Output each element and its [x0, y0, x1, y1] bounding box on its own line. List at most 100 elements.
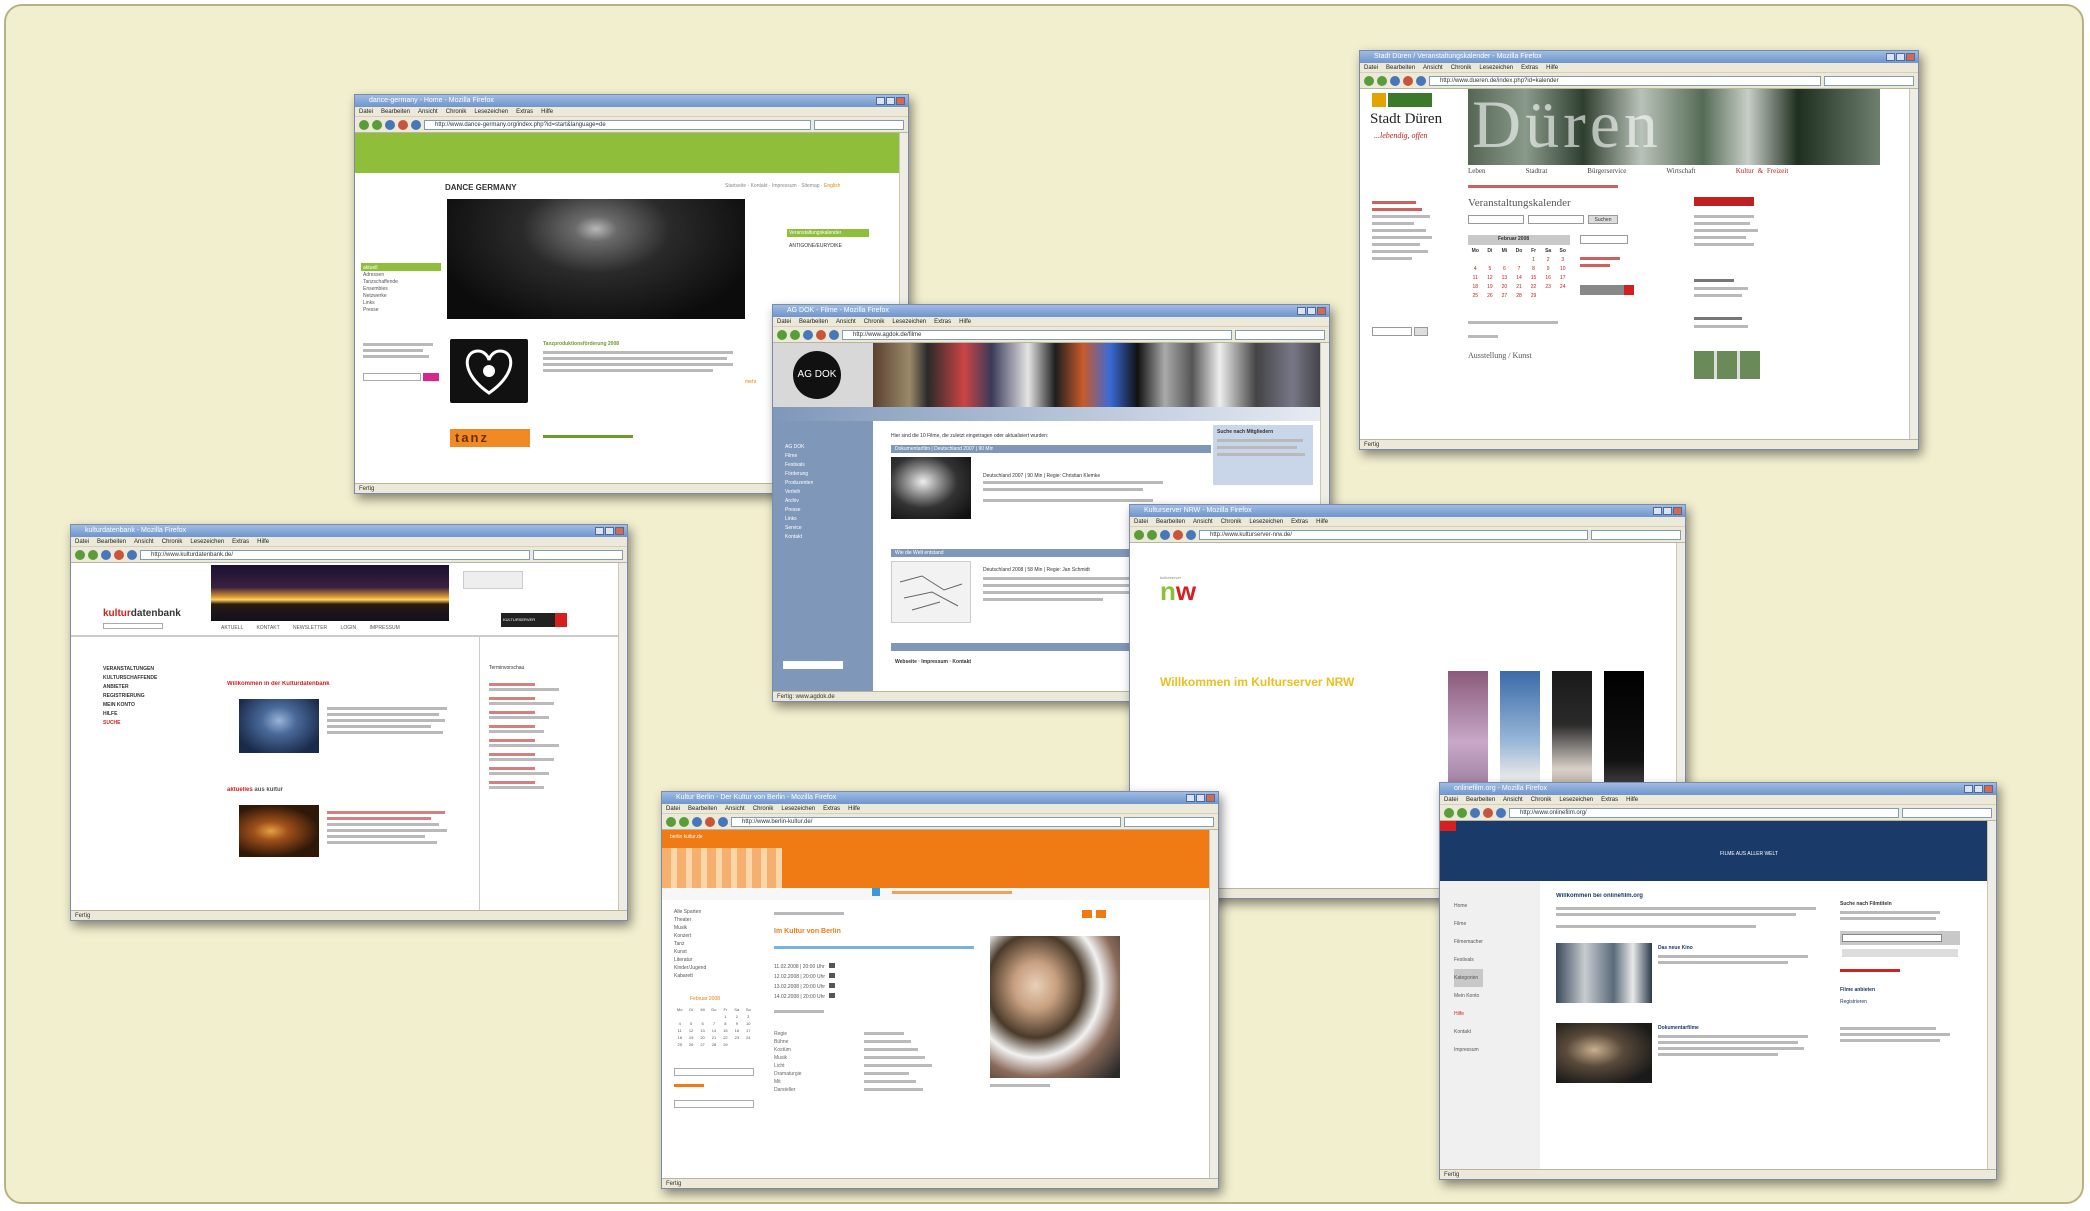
- ticket-icon[interactable]: [829, 973, 836, 978]
- forward-icon[interactable]: [790, 329, 800, 340]
- top-nav-item[interactable]: Startseite: [725, 183, 746, 189]
- calendar-day[interactable]: 1: [1526, 256, 1541, 265]
- menu-datei[interactable]: Datei: [666, 806, 680, 812]
- menu-bearbeiten[interactable]: Bearbeiten: [688, 806, 717, 812]
- home-icon[interactable]: [1186, 529, 1196, 540]
- event-title-line[interactable]: [489, 772, 549, 775]
- event-title-line[interactable]: [489, 702, 554, 705]
- calendar-day[interactable]: 3: [1555, 256, 1570, 265]
- search-box[interactable]: [1902, 807, 1992, 818]
- close-icon[interactable]: [1317, 307, 1326, 315]
- title-bar[interactable]: onlinefilm.org - Mozilla Firefox: [1440, 783, 1996, 795]
- menu-datei[interactable]: Datei: [75, 539, 89, 545]
- forward-icon[interactable]: [1377, 75, 1387, 86]
- tab-marker-icon[interactable]: [872, 888, 880, 896]
- title-bar[interactable]: dance-germany - Home - Mozilla Firefox: [355, 95, 908, 107]
- calendar-day[interactable]: 13: [1497, 274, 1512, 283]
- left-nav-item[interactable]: Kabarett: [674, 972, 706, 980]
- footer-links[interactable]: Webseite · Impressum · Kontakt: [895, 659, 971, 665]
- calendar-day[interactable]: 26: [685, 1041, 696, 1048]
- sidebar-item[interactable]: Förderung: [785, 470, 813, 479]
- close-icon[interactable]: [1984, 785, 1993, 793]
- left-nav-item[interactable]: [1372, 229, 1426, 232]
- orange-box-icon[interactable]: [1096, 910, 1106, 918]
- sidebar-item[interactable]: aktuell: [363, 265, 398, 272]
- calendar-day[interactable]: 3: [743, 1013, 754, 1020]
- menu-lesezeichen[interactable]: Lesezeichen: [1479, 65, 1513, 71]
- sidebar-item[interactable]: Archiv: [785, 497, 813, 506]
- left-nav-item[interactable]: Kontakt: [1454, 1023, 1483, 1041]
- sidebar-item[interactable]: Filme: [785, 452, 813, 461]
- sidebar-item[interactable]: Tanzschaffende: [363, 279, 398, 286]
- close-icon[interactable]: [896, 97, 905, 105]
- left-nav-item[interactable]: SUCHE: [103, 719, 157, 728]
- address-bar[interactable]: http://www.agdok.de/filme: [842, 329, 1232, 340]
- left-nav-item[interactable]: HILFE: [103, 710, 157, 719]
- event-date-row[interactable]: 14.02.2008 | 20:00 Uhr: [774, 992, 924, 1002]
- calendar-day[interactable]: 7: [1512, 265, 1527, 274]
- title-bar[interactable]: AG DOK - Filme - Mozilla Firefox: [773, 305, 1329, 317]
- reload-icon[interactable]: [803, 329, 813, 340]
- menu-extras[interactable]: Extras: [1601, 797, 1618, 803]
- sidebar-item[interactable]: Festivals: [785, 461, 813, 470]
- right-box-link[interactable]: Registrieren: [1840, 999, 1867, 1005]
- right-box-link[interactable]: Filme anbieten: [1840, 987, 1875, 993]
- menu-extras[interactable]: Extras: [1291, 519, 1308, 525]
- left-nav-item[interactable]: Kategorien: [1454, 969, 1483, 987]
- left-nav-item[interactable]: [1372, 243, 1420, 246]
- category-select[interactable]: [1468, 215, 1524, 224]
- reload-icon[interactable]: [385, 119, 395, 130]
- calendar-day[interactable]: 4: [1468, 265, 1483, 274]
- menu-chronik[interactable]: Chronik: [1221, 519, 1242, 525]
- back-icon[interactable]: [1364, 75, 1374, 86]
- nav-item[interactable]: Wirtschaft: [1666, 167, 1695, 175]
- menu-extras[interactable]: Extras: [1521, 65, 1538, 71]
- close-icon[interactable]: [1206, 794, 1215, 802]
- calendar-day[interactable]: 17: [743, 1027, 754, 1034]
- menu-ansicht[interactable]: Ansicht: [1503, 797, 1523, 803]
- back-icon[interactable]: [666, 816, 676, 827]
- ticket-icon[interactable]: [829, 983, 836, 988]
- nav-item[interactable]: LOGIN: [341, 625, 357, 631]
- search-box[interactable]: [1235, 329, 1325, 340]
- calendar-day[interactable]: 5: [685, 1020, 696, 1027]
- calendar-day[interactable]: 28: [1512, 292, 1527, 301]
- box-text[interactable]: ANTIGONE/EURYDIKE: [789, 243, 842, 249]
- calendar-day[interactable]: 24: [1555, 283, 1570, 292]
- address-bar[interactable]: http://www.onlinefilm.org/: [1509, 807, 1899, 818]
- calendar-day[interactable]: 6: [697, 1020, 708, 1027]
- calendar-day[interactable]: 8: [720, 1020, 731, 1027]
- menu-chronik[interactable]: Chronik: [864, 319, 885, 325]
- sidebar-item[interactable]: Netzwerke: [363, 293, 398, 300]
- left-nav-item[interactable]: Theater: [674, 916, 706, 924]
- menu-hilfe[interactable]: Hilfe: [1316, 519, 1328, 525]
- menu-extras[interactable]: Extras: [934, 319, 951, 325]
- search-box[interactable]: [1824, 75, 1914, 86]
- top-nav-item[interactable]: Sitemap: [801, 183, 819, 189]
- home-icon[interactable]: [718, 816, 728, 827]
- film-title[interactable]: Das neue Kino: [1658, 945, 1693, 951]
- search-button[interactable]: Suchen: [1588, 215, 1618, 224]
- minimize-icon[interactable]: [876, 97, 885, 105]
- orange-box-icon[interactable]: [1082, 910, 1092, 918]
- stop-icon[interactable]: [1403, 75, 1413, 86]
- calendar-day[interactable]: 23: [1541, 283, 1556, 292]
- back-icon[interactable]: [359, 119, 369, 130]
- menu-bearbeiten[interactable]: Bearbeiten: [1466, 797, 1495, 803]
- left-nav-item[interactable]: Literatur: [674, 956, 706, 964]
- menu-bearbeiten[interactable]: Bearbeiten: [97, 539, 126, 545]
- back-icon[interactable]: [1134, 529, 1144, 540]
- menu-datei[interactable]: Datei: [1444, 797, 1458, 803]
- menu-chronik[interactable]: Chronik: [162, 539, 183, 545]
- menu-bearbeiten[interactable]: Bearbeiten: [799, 319, 828, 325]
- sidebar-item[interactable]: AG DOK: [785, 443, 813, 452]
- search-box[interactable]: [1124, 816, 1214, 827]
- left-nav-item[interactable]: Kunst: [674, 948, 706, 956]
- event-title-line[interactable]: [489, 688, 559, 691]
- category-dropdown[interactable]: [1580, 235, 1628, 244]
- teaser-photo[interactable]: [239, 699, 319, 753]
- left-nav-item[interactable]: Alle Sparten: [674, 908, 706, 916]
- search-input[interactable]: [674, 1068, 754, 1076]
- calendar-day[interactable]: 9: [731, 1020, 742, 1027]
- menu-ansicht[interactable]: Ansicht: [418, 109, 438, 115]
